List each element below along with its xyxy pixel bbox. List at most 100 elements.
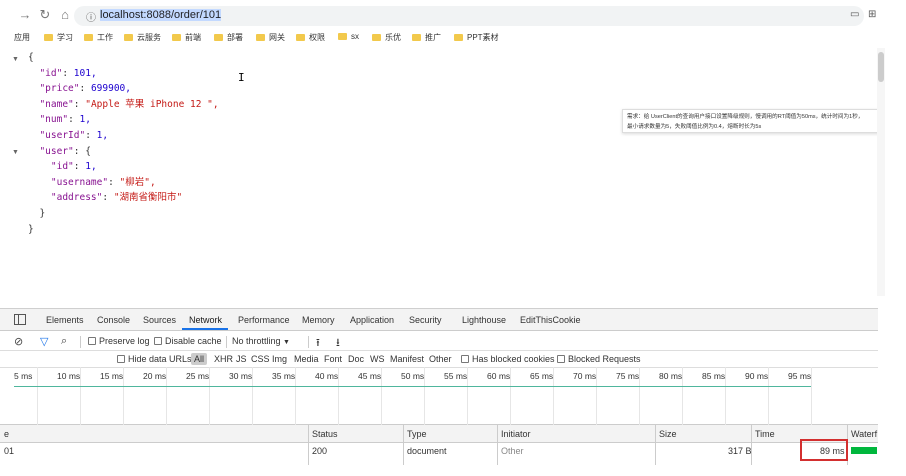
filter-js[interactable]: JS [236,354,247,364]
url-path: /order/101 [170,9,222,21]
has-blocked-cookies-checkbox[interactable]: Has blocked cookies [461,354,555,364]
tab-security[interactable]: Security [409,315,442,325]
back-icon[interactable]: → [18,8,32,22]
home-icon[interactable]: ⌂ [58,8,72,22]
timeline-tick: 85 ms [702,371,726,381]
column-status[interactable]: Status [312,429,338,439]
text-cursor-icon: I [238,71,245,84]
filter-ws[interactable]: WS [370,354,385,364]
collapse-user-icon[interactable]: ▼ [12,149,19,156]
column-name[interactable]: e [4,429,9,439]
bookmark-folder[interactable]: 部署 [214,32,243,43]
column-divider [403,425,404,465]
json-row-userid: "userId": 1, [39,129,109,141]
timeline-tick: 65 ms [530,371,554,381]
column-size[interactable]: Size [659,429,677,439]
tab-network[interactable]: Network [189,315,222,325]
request-status: 200 [312,446,328,456]
url-text[interactable]: localhost:8088/order/101 [100,9,222,21]
timeline-tick: 55 ms [444,371,468,381]
bookmark-folder[interactable]: 云服务 [124,32,161,43]
divider [308,336,309,348]
filter-manifest[interactable]: Manifest [390,354,424,364]
bookmark-folder[interactable]: PPT素材 [454,32,499,43]
request-size: 317 B [728,446,752,456]
hide-data-urls-checkbox[interactable]: Hide data URLs [117,354,192,364]
filter-img[interactable]: Img [272,354,287,364]
timeline-request-bar [14,386,811,387]
disable-cache-checkbox[interactable]: Disable cache [154,336,222,346]
blocked-requests-checkbox[interactable]: Blocked Requests [557,354,641,364]
timeline-tick: 80 ms [659,371,683,381]
timeline-tick: 50 ms [401,371,425,381]
bookmark-folder[interactable]: 推广 [412,32,441,43]
filter-media[interactable]: Media [294,354,319,364]
json-close-root: } [28,223,34,235]
bookmark-folder[interactable]: sx [338,32,359,41]
bookmark-folder[interactable]: 乐优 [372,32,401,43]
filter-font[interactable]: Font [324,354,342,364]
bookmark-folder[interactable]: 学习 [44,32,73,43]
bookmark-folder[interactable]: 前端 [172,32,201,43]
tab-application[interactable]: Application [350,315,394,325]
json-row-user: "user": { [39,145,91,157]
devtools-tab-bar: Elements Console Sources Network Perform… [0,309,878,331]
column-waterfall[interactable]: Waterf [851,429,877,439]
requirement-note: 需求：给 UserClient的查询用户接口设置降级规则，慢调用的RT阈值为50… [622,109,880,133]
url-host: localhost:8088 [100,9,171,21]
divider [80,336,81,348]
translate-icon[interactable]: ⊞ [868,9,876,20]
folder-icon [84,34,93,41]
column-time[interactable]: Time [755,429,775,439]
timeline-tick: 60 ms [487,371,511,381]
tab-lighthouse[interactable]: Lighthouse [462,315,506,325]
filter-css[interactable]: CSS [251,354,270,364]
timeline-gridline [37,367,38,425]
filter-other[interactable]: Other [429,354,452,364]
collapse-root-icon[interactable]: ▼ [12,56,19,63]
timeline-tick: 40 ms [315,371,339,381]
bookmark-folder[interactable]: 网关 [256,32,285,43]
json-row-price: "price": 699900, [39,83,131,95]
filter-icon[interactable]: ▽ [40,335,48,348]
tab-editthiscookie[interactable]: EditThisCookie [520,315,581,325]
column-type[interactable]: Type [407,429,427,439]
bookmark-folder[interactable]: 权限 [296,32,325,43]
json-viewer: { "id": 101, "price": 699900, "name": "A… [28,50,219,237]
bookmark-apps[interactable]: 应用 [14,32,30,43]
record-stop-icon[interactable]: ⊘ [14,335,23,348]
note-line-1: 需求：给 UserClient的查询用户接口设置降级规则，慢调用的RT阈值为50… [627,114,864,120]
scrollbar-thumb[interactable] [878,52,884,82]
page-scrollbar[interactable] [877,48,885,296]
browser-toolbar: → ↻ ⌂ ⓘ localhost:8088/order/101 ▭ ⊞ [0,0,906,30]
filter-all[interactable]: All [191,353,208,365]
search-icon[interactable]: ⌕ [61,335,67,348]
divider [226,336,227,348]
network-toolbar: ⊘ ▽ ⌕ Preserve log Disable cache No thro… [0,331,878,351]
column-divider [655,425,656,465]
reload-icon[interactable]: ↻ [38,8,52,22]
request-name[interactable]: 01 [4,446,14,456]
bookmark-folder[interactable]: 工作 [84,32,113,43]
timeline-tick: 95 ms [788,371,812,381]
throttling-select[interactable]: No throttling ▼ [232,336,290,346]
preserve-log-checkbox[interactable]: Preserve log [88,336,150,346]
tab-sources[interactable]: Sources [143,315,176,325]
cast-icon[interactable]: ▭ [850,9,859,20]
dock-side-icon[interactable] [14,314,26,325]
folder-icon [338,33,347,40]
column-initiator[interactable]: Initiator [501,429,531,439]
tab-memory[interactable]: Memory [302,315,335,325]
json-row-name: "name": "Apple 苹果 iPhone 12 ", [39,98,219,110]
filter-bar: Hide data URLs All XHR JS CSS Img Media … [0,351,878,368]
folder-icon [454,34,463,41]
tab-elements[interactable]: Elements [46,315,84,325]
tab-performance[interactable]: Performance [238,315,290,325]
info-icon[interactable]: ⓘ [86,9,96,24]
filter-doc[interactable]: Doc [348,354,364,364]
timeline-tick: 20 ms [143,371,167,381]
json-row-num: "num": 1, [39,114,91,126]
timeline-tick: 5 ms [14,371,33,381]
tab-console[interactable]: Console [97,315,130,325]
filter-xhr[interactable]: XHR [214,354,233,364]
